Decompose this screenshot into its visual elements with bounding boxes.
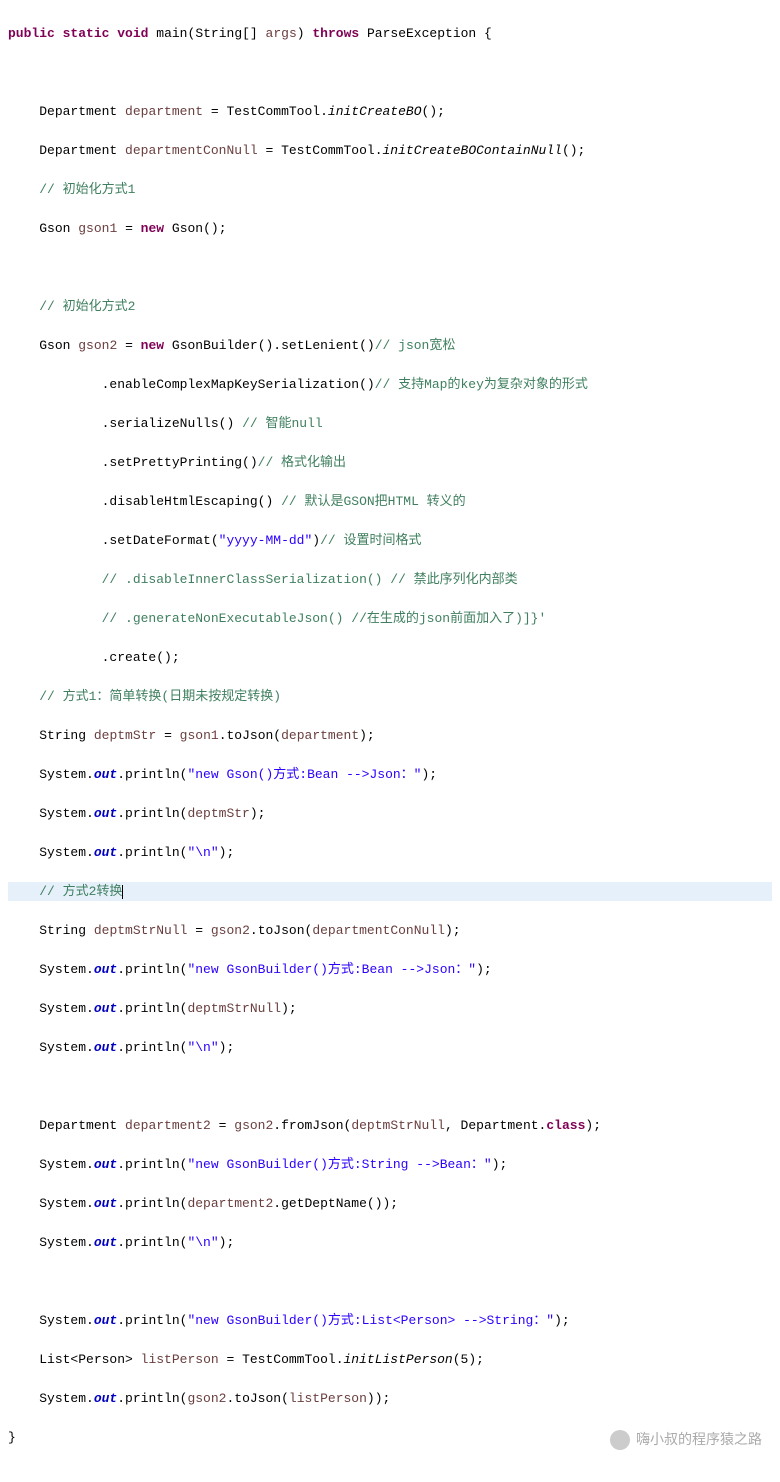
code-line: // .generateNonExecutableJson() //在生成的js… (8, 609, 772, 629)
code-line: // 方式1：简单转换(日期未按规定转换) (8, 687, 772, 707)
code-block: public static void main(String[] args) t… (0, 0, 780, 1482)
code-line: System.out.println(deptmStrNull); (8, 999, 772, 1019)
code-line: .enableComplexMapKeySerialization()// 支持… (8, 375, 772, 395)
code-line: System.out.println("new GsonBuilder()方式:… (8, 1155, 772, 1175)
code-line: Gson gson2 = new GsonBuilder().setLenien… (8, 336, 772, 356)
code-line: Department department2 = gson2.fromJson(… (8, 1116, 772, 1136)
code-line: Gson gson1 = new Gson(); (8, 219, 772, 239)
code-line: .create(); (8, 648, 772, 668)
code-line: String deptmStr = gson1.toJson(departmen… (8, 726, 772, 746)
code-line: public static void main(String[] args) t… (8, 24, 772, 44)
code-line: // .disableInnerClassSerialization() // … (8, 570, 772, 590)
code-line: System.out.println("new Gson()方式:Bean --… (8, 765, 772, 785)
code-line: List<Person> listPerson = TestCommTool.i… (8, 1350, 772, 1370)
code-line: .setDateFormat("yyyy-MM-dd")// 设置时间格式 (8, 531, 772, 551)
code-line: System.out.println("\n"); (8, 843, 772, 863)
code-line: String deptmStrNull = gson2.toJson(depar… (8, 921, 772, 941)
code-line: .serializeNulls() // 智能null (8, 414, 772, 434)
text-cursor (122, 885, 123, 899)
code-line: // 初始化方式2 (8, 297, 772, 317)
code-line: System.out.println(department2.getDeptNa… (8, 1194, 772, 1214)
code-line: Department department = TestCommTool.ini… (8, 102, 772, 122)
code-line: .disableHtmlEscaping() // 默认是GSON把HTML 转… (8, 492, 772, 512)
watermark: 嗨小叔的程序猿之路 (610, 1429, 762, 1450)
code-line: System.out.println("new GsonBuilder()方式:… (8, 1311, 772, 1331)
code-line: System.out.println("new GsonBuilder()方式:… (8, 960, 772, 980)
code-line: System.out.println("\n"); (8, 1233, 772, 1253)
code-line: Department departmentConNull = TestCommT… (8, 141, 772, 161)
code-line: .setPrettyPrinting()// 格式化输出 (8, 453, 772, 473)
watermark-text: 嗨小叔的程序猿之路 (636, 1429, 762, 1450)
wechat-icon (610, 1430, 630, 1450)
code-line-highlighted: // 方式2转换 (8, 882, 772, 902)
code-line: System.out.println(gson2.toJson(listPers… (8, 1389, 772, 1409)
code-line: // 初始化方式1 (8, 180, 772, 200)
code-line: System.out.println(deptmStr); (8, 804, 772, 824)
code-line: System.out.println("\n"); (8, 1038, 772, 1058)
